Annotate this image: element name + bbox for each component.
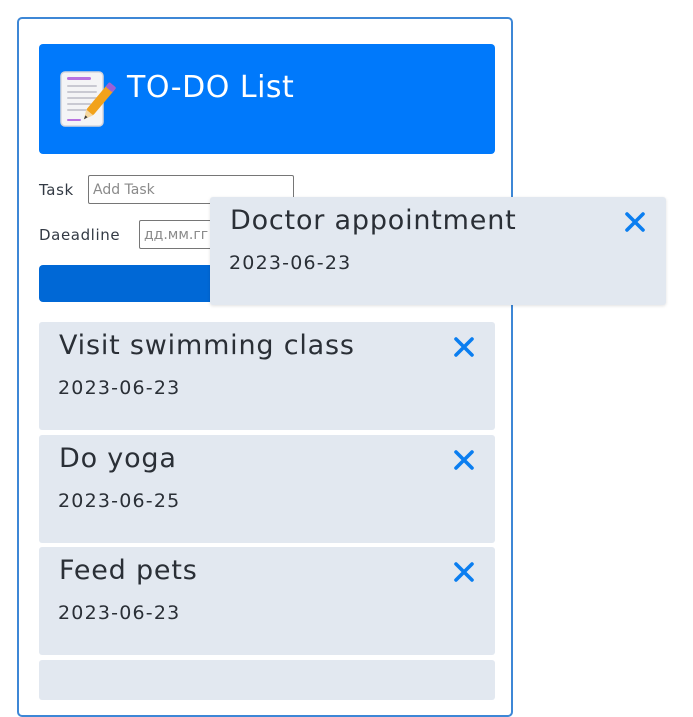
notepad-pencil-icon xyxy=(60,71,116,127)
app-title: TO-DO List xyxy=(127,70,295,105)
dragged-task-card[interactable]: Doctor appointment 2023-06-23 xyxy=(210,197,666,305)
task-card-partial[interactable] xyxy=(39,660,495,700)
todo-app-panel: TO-DO List Task Daeadline Visit swimming… xyxy=(17,17,513,717)
close-icon[interactable] xyxy=(453,336,475,358)
close-icon[interactable] xyxy=(453,561,475,583)
task-card[interactable]: Visit swimming class 2023-06-23 xyxy=(39,322,495,430)
close-icon[interactable] xyxy=(453,449,475,471)
task-date: 2023-06-25 xyxy=(58,490,181,512)
app-header: TO-DO List xyxy=(39,44,495,154)
task-date: 2023-06-23 xyxy=(58,377,181,399)
task-title: Do yoga xyxy=(59,443,177,474)
task-title: Feed pets xyxy=(59,555,198,586)
task-title: Doctor appointment xyxy=(230,205,517,236)
task-card[interactable]: Do yoga 2023-06-25 xyxy=(39,435,495,543)
task-label: Task xyxy=(39,181,74,199)
close-icon[interactable] xyxy=(624,211,646,233)
task-card[interactable]: Feed pets 2023-06-23 xyxy=(39,547,495,655)
deadline-label: Daeadline xyxy=(39,226,121,244)
task-title: Visit swimming class xyxy=(59,330,355,361)
task-date: 2023-06-23 xyxy=(229,252,352,274)
task-date: 2023-06-23 xyxy=(58,602,181,624)
